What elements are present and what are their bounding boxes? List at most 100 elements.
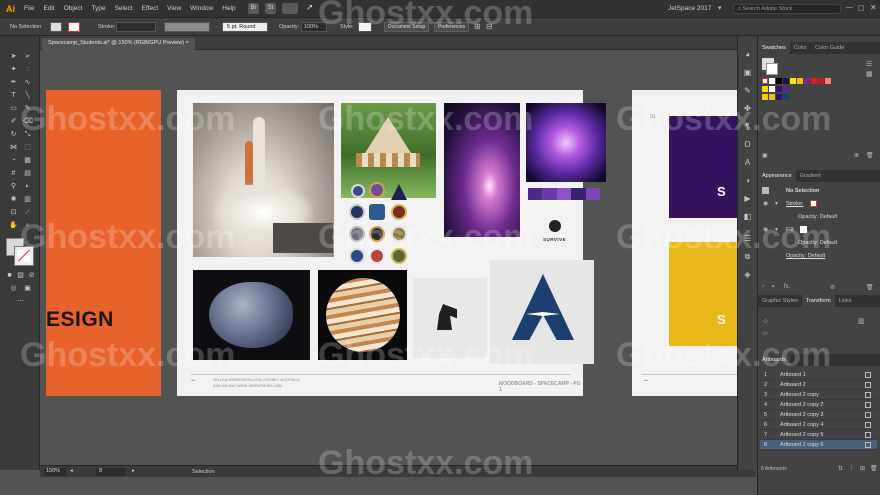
- tab-color-guide[interactable]: Color Guide: [811, 42, 848, 54]
- align-icon[interactable]: ⊟: [486, 22, 493, 31]
- transform-options-icon[interactable]: ▭: [762, 330, 768, 337]
- play-action-icon[interactable]: ▶: [743, 194, 752, 203]
- tab-swatches[interactable]: Swatches: [758, 42, 790, 54]
- next-artboard-icon[interactable]: ▸: [132, 468, 135, 474]
- opacity-field[interactable]: 100%: [301, 22, 327, 32]
- stroke-row-swatch[interactable]: [810, 200, 817, 207]
- stock-search-input[interactable]: ⌕ Search Adobe Stock: [733, 4, 841, 14]
- shaper-tool-icon[interactable]: ✐: [9, 117, 18, 126]
- hand-tool-icon[interactable]: ✋: [9, 221, 18, 230]
- expand-icon[interactable]: ▾: [775, 200, 778, 207]
- chevron-down-icon[interactable]: ▾: [718, 4, 722, 12]
- zoom-tool-icon[interactable]: ⌕: [23, 221, 32, 230]
- appearance-opacity-row-3[interactable]: Opacity: Default: [758, 251, 880, 261]
- artboard-row[interactable]: 3 Artboard 2 copy: [760, 390, 877, 400]
- transparency-icon[interactable]: ◑: [743, 176, 752, 185]
- maximize-icon[interactable]: ▢: [858, 4, 865, 12]
- brushes-icon[interactable]: ✎: [743, 86, 752, 95]
- list-view-icon[interactable]: ☰: [866, 60, 872, 68]
- menu-help[interactable]: Help: [222, 5, 235, 12]
- constrain-proportions-icon[interactable]: ▥: [858, 317, 865, 325]
- lasso-icon[interactable]: ◌: [23, 65, 32, 74]
- selection-tool-icon[interactable]: ➤: [9, 52, 18, 61]
- tab-links[interactable]: Links: [835, 295, 856, 307]
- opentype-icon[interactable]: O: [743, 140, 752, 149]
- free-transform-icon[interactable]: ⬚: [23, 143, 32, 152]
- symbol-sprayer-icon[interactable]: ✺: [9, 195, 18, 204]
- minimize-icon[interactable]: —: [846, 4, 853, 11]
- curvature-tool-icon[interactable]: ∿: [23, 78, 32, 87]
- eraser-icon[interactable]: ⌫: [23, 117, 33, 126]
- artboard-row-selected[interactable]: 8 Artboard 2 copy 6: [760, 440, 877, 450]
- screen-mode-icon[interactable]: ▣: [23, 284, 32, 293]
- tab-gradient[interactable]: Gradient: [796, 170, 825, 182]
- symbols-icon[interactable]: ✤: [743, 104, 752, 113]
- mesh-tool-icon[interactable]: #: [9, 169, 18, 178]
- menu-object[interactable]: Object: [64, 5, 83, 12]
- eyedropper-icon[interactable]: ⚲: [9, 182, 18, 191]
- slice-tool-icon[interactable]: ⟋: [23, 208, 32, 217]
- arrange-icon[interactable]: ⊞: [474, 22, 481, 31]
- artboard-options-icon[interactable]: [865, 392, 871, 398]
- appearance-opacity-row-2[interactable]: Opacity: Default: [758, 238, 880, 248]
- artboard-row[interactable]: 7 Artboard 2 copy 5: [760, 430, 877, 440]
- tab-artboards[interactable]: Artboards: [758, 354, 790, 366]
- fill-row-swatch[interactable]: [800, 226, 807, 233]
- swatch-stroke-preview[interactable]: [766, 63, 778, 75]
- artboard-row[interactable]: 5 Artboard 2 copy 3: [760, 410, 877, 420]
- menu-effect[interactable]: Effect: [142, 5, 159, 12]
- close-tab-icon[interactable]: ×: [186, 40, 189, 46]
- artboard-tool-icon[interactable]: ⊡: [9, 208, 18, 217]
- magic-wand-icon[interactable]: ✦: [9, 65, 18, 74]
- stroke-swatch[interactable]: [68, 22, 80, 32]
- rearrange-artboards-icon[interactable]: ⇅: [838, 465, 843, 472]
- preferences-button[interactable]: Preferences: [434, 22, 469, 32]
- arrange-documents-icon[interactable]: [282, 3, 298, 14]
- stroke-weight-field[interactable]: [116, 22, 156, 32]
- stock-icon[interactable]: St: [265, 3, 276, 14]
- edit-toolbar-icon[interactable]: ⋯: [16, 297, 25, 306]
- artboard-row[interactable]: 4 Artboard 2 copy 2: [760, 400, 877, 410]
- shape-builder-icon[interactable]: ◔: [9, 156, 18, 165]
- gpu-rocket-icon[interactable]: ➚: [306, 2, 314, 13]
- tab-graphic-styles[interactable]: Graphic Styles: [758, 295, 802, 307]
- new-artboard-icon[interactable]: ⊞: [860, 465, 865, 472]
- pen-tool-icon[interactable]: ✒: [9, 78, 18, 87]
- bridge-icon[interactable]: Br: [248, 3, 259, 14]
- artboard-row[interactable]: 1 Artboard 1: [760, 370, 877, 380]
- delete-artboard-icon[interactable]: 🗑: [870, 465, 878, 472]
- paintbrush-icon[interactable]: ✎: [23, 104, 32, 113]
- artboard-options-icon[interactable]: [865, 372, 871, 378]
- width-tool-icon[interactable]: ⋈: [9, 143, 18, 152]
- draw-mode-icon[interactable]: ◎: [9, 284, 18, 293]
- fill-expand-icon[interactable]: ▾: [775, 226, 778, 233]
- variable-width-profile[interactable]: [164, 22, 210, 32]
- clear-appearance-icon[interactable]: ⊘: [830, 284, 835, 291]
- character-icon[interactable]: A: [743, 158, 752, 167]
- fill-eye-icon[interactable]: ◉: [763, 226, 768, 233]
- menu-view[interactable]: View: [167, 5, 181, 12]
- swatch-libraries-icon[interactable]: ▣: [762, 152, 768, 159]
- direct-selection-tool-icon[interactable]: ➢: [23, 52, 32, 61]
- navigator-icon[interactable]: ◧: [743, 212, 752, 221]
- prev-artboard-icon[interactable]: ◂: [70, 468, 73, 474]
- artboard-navigator[interactable]: 8: [96, 468, 126, 476]
- menu-file[interactable]: File: [24, 5, 34, 12]
- move-artboard-icon[interactable]: ↕: [850, 465, 853, 471]
- type-tool-icon[interactable]: T: [9, 91, 18, 100]
- grid-view-icon[interactable]: ▦: [866, 70, 873, 78]
- align-panel-icon[interactable]: ☰: [743, 234, 752, 243]
- canvas[interactable]: ESIGN SURVIVE ~ HELLO@JEREMYMURA.COM | S…: [40, 50, 756, 465]
- artboards-panel-icon[interactable]: ◈: [743, 270, 752, 279]
- artboard-options-icon[interactable]: [865, 422, 871, 428]
- blend-tool-icon[interactable]: ◐: [23, 182, 32, 191]
- add-effect-button[interactable]: fx.: [784, 284, 790, 290]
- reference-point-icon[interactable]: ⁘: [762, 317, 769, 326]
- gradient-tool-icon[interactable]: ▤: [23, 169, 32, 178]
- document-setup-button[interactable]: Document Setup: [384, 22, 430, 32]
- artboard-row[interactable]: 2 Artboard 2: [760, 380, 877, 390]
- new-stroke-icon[interactable]: ▫: [762, 284, 764, 290]
- gradient-mode-icon[interactable]: ▧: [16, 271, 25, 280]
- artboard-options-icon[interactable]: [865, 412, 871, 418]
- workspace-switcher[interactable]: JetSpace 2017: [668, 5, 711, 12]
